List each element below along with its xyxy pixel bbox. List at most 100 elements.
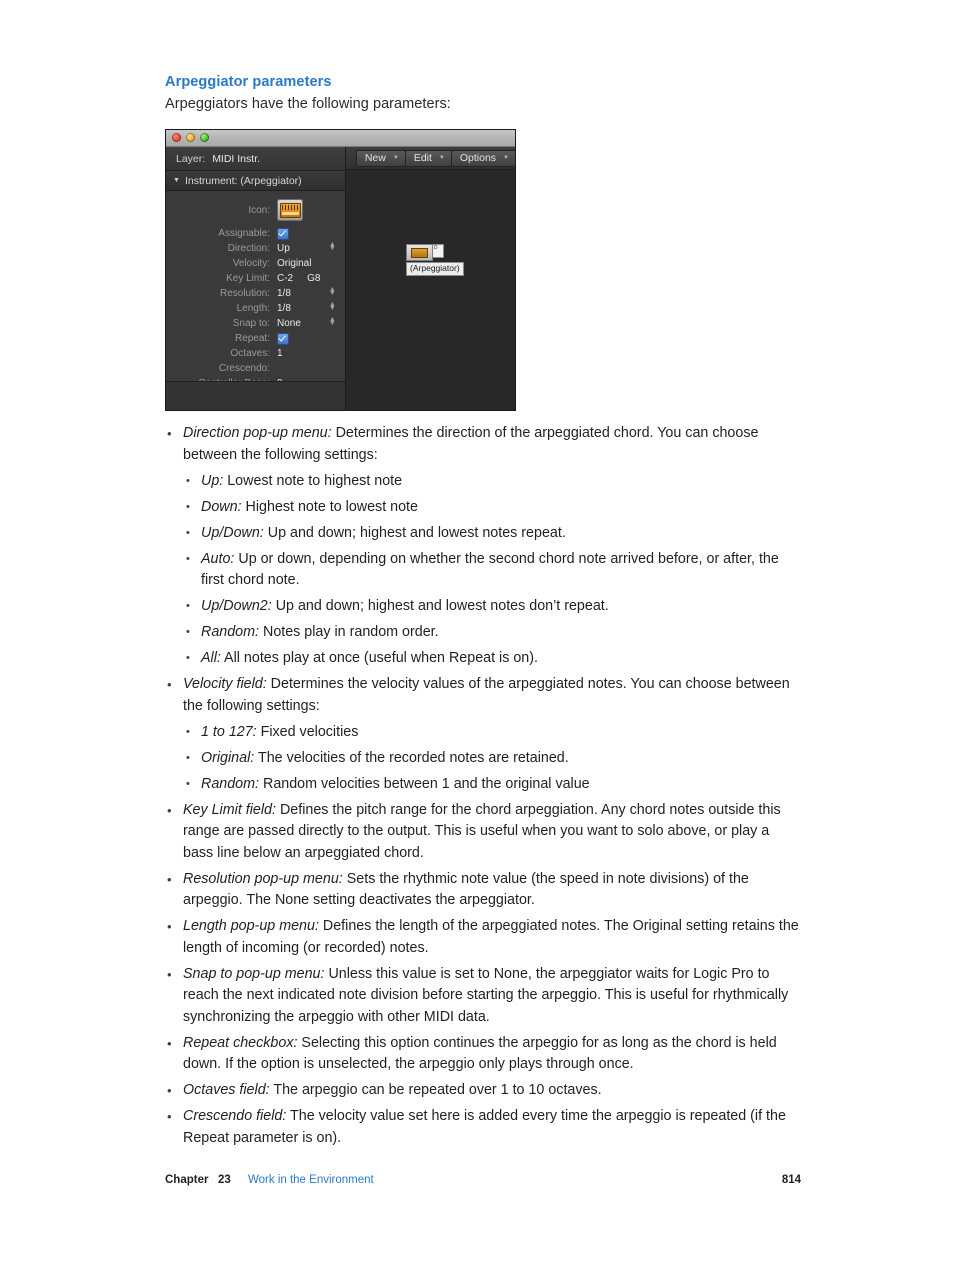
bullet-term: Velocity field: [183, 676, 267, 692]
bullet-term: Direction pop-up menu: [183, 425, 332, 441]
zoom-window-icon[interactable] [200, 133, 209, 142]
edit-menu-label: Edit [413, 152, 432, 164]
bullet-text: Determines the velocity values of the ar… [183, 676, 790, 714]
bullet-term: Octaves field: [183, 1082, 270, 1098]
bullet-term: 1 to 127: [201, 723, 257, 740]
bullet-term: Key Limit field: [183, 801, 276, 818]
param-label-icon: Icon: [248, 204, 270, 216]
param-label-key-limit: Key Limit: [226, 273, 270, 284]
param-label-octaves: Octaves: [230, 348, 270, 359]
list-item: • Crescendo field: The velocity value se… [165, 1106, 801, 1149]
options-menu-label: Options [459, 152, 497, 164]
layer-selector[interactable]: Layer: MIDI Instr. [166, 147, 345, 171]
bullet-dot-icon: • [186, 751, 190, 764]
bullet-term: All: [201, 650, 221, 666]
assignable-checkbox[interactable] [277, 227, 289, 240]
velocity-value[interactable]: Original [277, 258, 311, 269]
instrument-icon-well[interactable] [277, 199, 303, 221]
bullet-term: Up/Down2: [201, 598, 272, 614]
bullet-text: All notes play at once (useful when Repe… [220, 650, 538, 666]
traffic-lights [172, 133, 209, 142]
chevron-down-icon: ▼ [392, 155, 399, 161]
bullet-dot-icon: • [167, 1083, 172, 1098]
snap-to-value[interactable]: None [277, 318, 301, 329]
param-label-resolution: Resolution: [219, 288, 270, 299]
environment-object-name[interactable]: (Arpeggiator) [405, 262, 464, 276]
list-item: • Resolution pop-up menu: Sets the rhyth… [165, 869, 801, 912]
bullet-dot-icon: • [167, 1109, 172, 1124]
bullet-text: Notes play in random order. [259, 624, 439, 640]
param-row-velocity[interactable]: Velocity: Original [166, 256, 345, 271]
resolution-value[interactable]: 1/8 [277, 288, 291, 299]
environment-canvas: New ▼ Edit ▼ Options ▼ D (Arpeggiator) [345, 147, 515, 410]
length-value[interactable]: 1/8 [277, 303, 291, 314]
param-row-repeat: Repeat: [166, 331, 345, 346]
repeat-checkbox[interactable] [277, 332, 289, 345]
edit-menu-button[interactable]: Edit ▼ [404, 149, 452, 167]
bullet-dot-icon: • [186, 552, 190, 565]
bullet-term: Repeat checkbox: [183, 1034, 298, 1051]
minimize-window-icon[interactable] [186, 133, 195, 142]
close-window-icon[interactable] [172, 133, 181, 142]
environment-canvas-area[interactable]: D (Arpeggiator) [345, 170, 515, 410]
bullet-list: • Direction pop-up menu: Determines the … [165, 423, 801, 1154]
key-limit-high-value[interactable]: G8 [307, 273, 320, 284]
param-label-velocity: Velocity: [232, 258, 270, 269]
list-item: • Key Limit field: Defines the pitch ran… [165, 800, 801, 865]
param-row-direction[interactable]: Direction: Up ▲ ▼ [166, 241, 345, 256]
footer-chapter-title-link[interactable]: Work in the Environment [248, 1174, 374, 1186]
list-item: • Original: The velocities of the record… [183, 748, 801, 770]
inspector-header[interactable]: ▼ Instrument: (Arpeggiator) [166, 171, 345, 191]
layer-value: MIDI Instr. [212, 153, 261, 165]
keyboard-icon [279, 202, 301, 218]
param-row-icon: Icon: [166, 194, 345, 226]
disclosure-triangle-icon[interactable]: ▼ [173, 177, 180, 184]
list-item: • Length pop-up menu: Defines the length… [165, 916, 801, 959]
bullet-dot-icon: • [186, 600, 190, 612]
bullet-term: Auto: [201, 550, 235, 567]
bullet-term: Up: [201, 472, 224, 489]
param-label-direction: Direction: [227, 243, 270, 254]
options-menu-button[interactable]: Options ▼ [450, 149, 515, 167]
window-body: Layer: MIDI Instr. ▼ Instrument: (Arpegg… [166, 147, 515, 410]
bullet-term: Crescendo field: [183, 1108, 287, 1124]
resolution-stepper-icon[interactable]: ▲ ▼ [329, 286, 336, 297]
key-limit-low-value[interactable]: C-2 [277, 273, 293, 284]
inspector-header-label: Instrument: (Arpeggiator) [184, 174, 302, 187]
list-item: • Octaves field: The arpeggio can be rep… [165, 1080, 801, 1102]
param-row-length[interactable]: Length: 1/8 ▲ ▼ [166, 301, 345, 316]
bullet-dot-icon: • [167, 677, 172, 692]
param-row-octaves[interactable]: Octaves: 1 [166, 346, 345, 361]
direction-stepper-icon[interactable]: ▲ ▼ [329, 241, 336, 252]
layer-label: Layer: [176, 153, 206, 165]
footer-chapter-number: 23 [218, 1174, 231, 1186]
list-item: • Auto: Up or down, depending on whether… [183, 549, 801, 592]
param-row-resolution[interactable]: Resolution: 1/8 ▲ ▼ [166, 286, 345, 301]
bullet-term: Resolution pop-up menu: [183, 870, 343, 887]
bullet-text: Lowest note to highest note [223, 472, 403, 489]
snap-to-stepper-icon[interactable]: ▲ ▼ [329, 316, 336, 327]
param-row-key-limit[interactable]: Key Limit: C-2 G8 [166, 271, 345, 286]
octaves-value[interactable]: 1 [277, 348, 283, 359]
inspector-footer-strip [166, 381, 345, 398]
param-row-snap-to[interactable]: Snap to: None ▲ ▼ [166, 316, 345, 331]
param-row-crescendo[interactable]: Crescendo: [166, 361, 345, 376]
new-menu-button[interactable]: New ▼ [355, 149, 406, 167]
bullet-text: Random velocities between 1 and the orig… [259, 775, 590, 792]
object-port-label: D [432, 244, 444, 258]
footer-page-number: 814 [781, 1174, 801, 1186]
bullet-dot-icon: • [186, 725, 190, 738]
direction-value[interactable]: Up [277, 243, 290, 254]
document-page: Arpeggiator parameters Arpeggiators have… [0, 0, 954, 1265]
list-item: • Up/Down2: Up and down; highest and low… [183, 596, 801, 618]
arpeggiator-environment-object[interactable]: D (Arpeggiator) [405, 244, 464, 276]
bullet-term: Random: [201, 624, 260, 640]
bullet-term: Original: [201, 749, 255, 766]
bullet-term: Snap to pop-up menu: [183, 965, 325, 982]
list-item: • Random: Notes play in random order. [183, 622, 801, 644]
list-item: • All: All notes play at once (useful wh… [183, 648, 801, 670]
param-label-repeat: Repeat: [234, 333, 270, 344]
length-stepper-icon[interactable]: ▲ ▼ [329, 301, 336, 312]
intro-paragraph: Arpeggiators have the following paramete… [165, 96, 451, 112]
bullet-term: Up/Down: [201, 524, 264, 541]
